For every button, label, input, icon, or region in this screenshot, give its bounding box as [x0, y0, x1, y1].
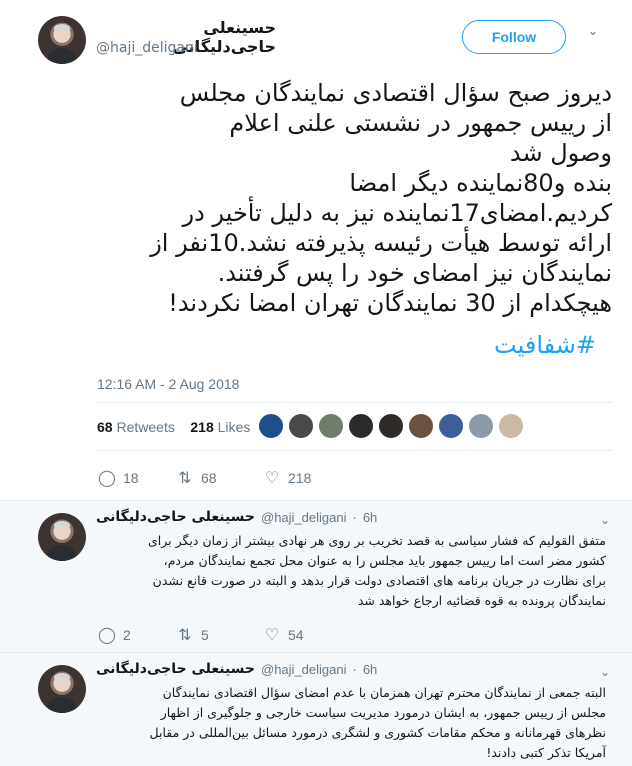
tweet-line: کشور مضر است اما رییس جمهور باید مجلس را…	[163, 553, 606, 568]
avatar[interactable]	[38, 513, 86, 561]
handle[interactable]: @haji_deligani	[261, 662, 346, 677]
hashtag-link[interactable]: #شفافیت	[494, 330, 596, 360]
liker-avatar[interactable]	[318, 413, 344, 439]
like-count: 54	[288, 627, 304, 643]
reply-header: حسینعلی حاجی‌دلیگانی @haji_deligani · 6h	[96, 661, 377, 677]
divider	[97, 450, 613, 451]
chevron-down-icon[interactable]: ⌄	[585, 24, 601, 40]
retweet-button[interactable]: ⇅ 5	[175, 625, 209, 645]
tweet-line: وصول شد	[509, 139, 612, 167]
retweet-count: 68	[201, 470, 217, 486]
handle[interactable]: @haji_deligani	[261, 510, 346, 525]
separator: ·	[352, 509, 357, 525]
display-name[interactable]: حسینعلی حاجی‌دلیگانی	[96, 661, 255, 677]
tweet-text: متفق القولیم که فشار سیاسی به قصد تخریب …	[96, 531, 606, 611]
chevron-down-icon[interactable]: ⌄	[600, 665, 610, 679]
divider	[97, 402, 613, 403]
reply-count: 2	[123, 627, 131, 643]
retweets-count: 68	[97, 419, 113, 435]
main-tweet: حسینعلی حاجی‌دلیگانی @haji_deligani Foll…	[0, 0, 632, 492]
tweet-line: برای نظارت در جریان برنامه های اقتصادی د…	[152, 573, 606, 588]
reply-header: حسینعلی حاجی‌دلیگانی @haji_deligani · 6h	[96, 509, 377, 525]
tweet-line: نمایندگان نیز امضای خود را پس گرفتند.	[217, 259, 612, 287]
separator: ·	[352, 661, 357, 677]
tweet-line: ارائه توسط هیأت رئیسه پذیرفته نشد.10نفر …	[150, 229, 612, 257]
like-button[interactable]: ♡ 218	[262, 468, 312, 488]
liker-avatar[interactable]	[408, 413, 434, 439]
tweet-line: نظرهای قهرمانانه و محکم مقامات کشوری و ل…	[149, 725, 607, 740]
tweet-line: بنده و80نماینده دیگر امضا	[349, 169, 612, 197]
retweet-count: 5	[201, 627, 209, 643]
liker-avatar[interactable]	[288, 413, 314, 439]
heart-icon: ♡	[264, 470, 280, 487]
avatar[interactable]	[38, 665, 86, 713]
handle[interactable]: @haji_deligani	[96, 40, 198, 56]
retweets-label: Retweets	[116, 419, 175, 435]
tweet-line: از رییس جمهور در نشستی علنی اعلام	[229, 109, 612, 137]
like-button[interactable]: ♡ 54	[262, 625, 304, 645]
timestamp[interactable]: 6h	[363, 510, 377, 525]
follow-button[interactable]: Follow	[462, 20, 566, 54]
tweet-line: هیچکدام از 30 نمایندگان تهران امضا نکردن…	[168, 289, 612, 317]
liker-avatar[interactable]	[348, 413, 374, 439]
like-count: 218	[288, 470, 312, 486]
reply-icon: ◯	[98, 470, 116, 487]
tweet-line: متفق القولیم که فشار سیاسی به قصد تخریب …	[148, 533, 606, 548]
likes-count: 218	[190, 419, 214, 435]
tweet-text: البته جمعی از نمایندگان محترم تهران همزم…	[96, 683, 607, 763]
retweet-icon: ⇅	[178, 627, 192, 644]
retweets-stat[interactable]: 68 Retweets	[97, 419, 175, 435]
retweet-icon: ⇅	[178, 470, 192, 487]
tweet-line: دیروز صبح سؤال اقتصادی نمایندگان مجلس	[179, 79, 612, 107]
tweet-line: کردیم.امضای17نماینده نیز به دلیل تأخیر د…	[182, 199, 612, 227]
display-name[interactable]: حسینعلی حاجی‌دلیگانی	[96, 509, 255, 525]
reply-count: 18	[123, 470, 139, 486]
retweet-button[interactable]: ⇅ 68	[175, 468, 217, 488]
tweet-line: نمایندگان پرونده به قوه قضائیه ارجاع خوا…	[357, 593, 606, 608]
avatar[interactable]	[38, 16, 86, 64]
likes-label: Likes	[217, 419, 251, 435]
reply-tweet[interactable]: حسینعلی حاجی‌دلیگانی @haji_deligani · 6h…	[0, 652, 632, 766]
tweet-line: مجلس از رییس جمهور، به ایشان درمورد مدیر…	[160, 705, 606, 720]
liker-avatar[interactable]	[258, 413, 284, 439]
liker-avatar[interactable]	[498, 413, 524, 439]
timestamp[interactable]: 12:16 AM - 2 Aug 2018	[97, 376, 239, 392]
reply-button[interactable]: ◯ 2	[97, 625, 131, 645]
reply-tweet[interactable]: حسینعلی حاجی‌دلیگانی @haji_deligani · 6h…	[0, 500, 632, 652]
reply-icon: ◯	[98, 627, 116, 644]
engagement-stats: 68 Retweets 218 Likes	[97, 419, 250, 435]
likes-stat[interactable]: 218 Likes	[190, 419, 250, 435]
liker-avatar[interactable]	[438, 413, 464, 439]
timestamp[interactable]: 6h	[363, 662, 377, 677]
liker-avatar[interactable]	[468, 413, 494, 439]
heart-icon: ♡	[264, 627, 280, 644]
chevron-down-icon[interactable]: ⌄	[600, 513, 610, 527]
reply-button[interactable]: ◯ 18	[97, 468, 139, 488]
tweet-line: آمریکا تذکر کتبی دادند!	[486, 745, 606, 760]
liker-avatar[interactable]	[378, 413, 404, 439]
tweet-text: دیروز صبح سؤال اقتصادی نمایندگان مجلس از…	[80, 78, 612, 318]
tweet-line: البته جمعی از نمایندگان محترم تهران همزم…	[162, 685, 606, 700]
